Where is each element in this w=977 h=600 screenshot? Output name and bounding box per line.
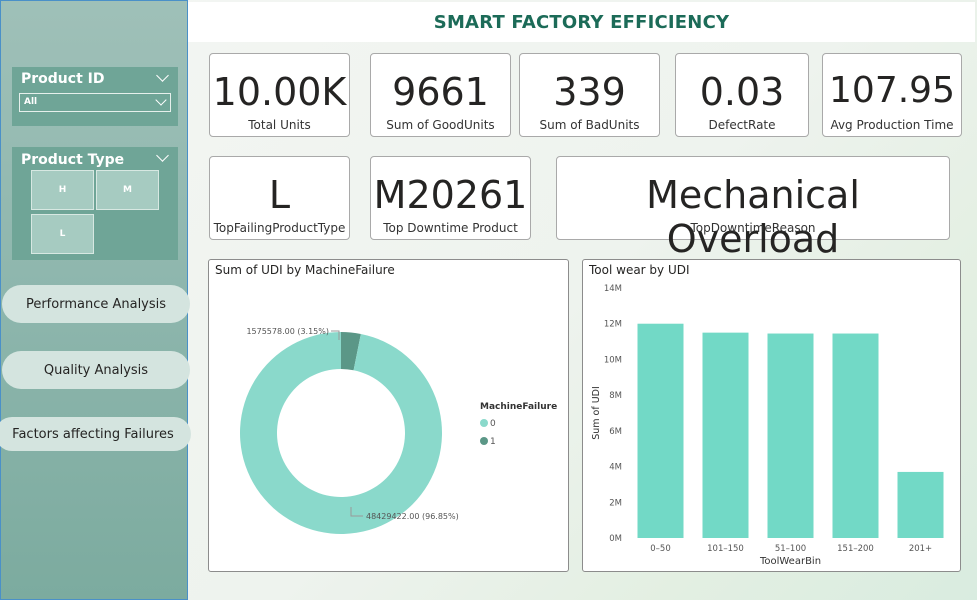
kpi-value: 0.03 [699, 70, 785, 114]
y-axis-label: Sum of UDI [591, 386, 602, 440]
legend-title: MachineFailure [480, 402, 557, 412]
bar-3 [832, 333, 879, 538]
kpi-value: M20261 [373, 173, 528, 217]
donut-slice-0 [239, 332, 442, 534]
kpi-label: Avg Production Time [830, 118, 954, 132]
chevron-down-icon[interactable] [156, 149, 169, 162]
kpi-card-top-downtime-product: M20261 Top Downtime Product [370, 156, 531, 240]
product-id-label: Product ID [21, 71, 105, 87]
product-type-tile-l[interactable]: L [31, 214, 94, 254]
bar-1 [702, 332, 749, 538]
legend-label-0: 0 [490, 419, 496, 429]
kpi-card-good-units: 9661 Sum of GoodUnits [370, 53, 511, 137]
page-title: SMART FACTORY EFFICIENCY [433, 11, 730, 33]
product-id-slicer: Product ID All [12, 67, 178, 126]
bar-4 [897, 471, 944, 538]
kpi-card-defect-rate: 0.03 DefectRate [675, 53, 809, 137]
bar-chart-panel: Tool wear by UDI 0M 2M 4M 6M 8M 10M 12M 14M 0–50… [582, 259, 961, 572]
kpi-label: Sum of BadUnits [539, 118, 640, 132]
kpi-label: TopDowntimeReason [690, 221, 816, 235]
kpi-value: 339 [553, 70, 626, 114]
x-axis-label: ToolWearBin [759, 556, 821, 567]
product-type-slicer: Product Type H M L [12, 147, 178, 260]
kpi-label: Top Downtime Product [383, 221, 518, 235]
kpi-value: 9661 [392, 70, 489, 114]
y-tick-label: 8M [609, 391, 622, 401]
y-tick-label: 10M [604, 355, 622, 365]
product-type-tile-m[interactable]: M [96, 170, 159, 210]
x-tick-label: 0–50 [650, 544, 670, 554]
chevron-down-icon[interactable] [156, 69, 169, 82]
kpi-card-top-failing-product-type: L TopFailingProductType [209, 156, 350, 240]
product-id-selected: All [24, 97, 38, 107]
sidebar: Product ID All Product Type H M L Perfor… [0, 0, 191, 600]
kpi-label: Sum of GoodUnits [386, 118, 495, 132]
y-tick-label: 0M [609, 534, 622, 544]
kpi-label: Total Units [248, 118, 311, 132]
kpi-label: DefectRate [708, 118, 776, 132]
x-tick-label: 51–100 [775, 544, 806, 554]
x-tick-label: 151–200 [837, 544, 874, 554]
kpi-card-bad-units: 339 Sum of BadUnits [519, 53, 660, 137]
kpi-value: Mechanical Overload [646, 173, 860, 261]
y-tick-label: 2M [609, 498, 622, 508]
y-tick-label: 6M [609, 427, 622, 437]
bar-0 [637, 323, 684, 538]
kpi-value: 10.00K [212, 70, 347, 114]
product-id-dropdown[interactable]: All [19, 93, 171, 112]
x-tick-label: 101–150 [707, 544, 744, 554]
product-type-label: Product Type [21, 152, 125, 168]
bar-2 [767, 333, 814, 538]
title-bar: SMART FACTORY EFFICIENCY [188, 2, 975, 42]
kpi-card-avg-production-time: 107.95 Avg Production Time [822, 53, 962, 137]
y-tick-label: 14M [604, 284, 622, 294]
kpi-label: TopFailingProductType [213, 221, 346, 235]
legend-marker-0 [480, 419, 488, 427]
factors-affecting-failures-button[interactable]: Factors affecting Failures [0, 417, 191, 451]
y-tick-label: 4M [609, 463, 622, 473]
quality-analysis-button[interactable]: Quality Analysis [2, 351, 190, 389]
chevron-down-icon [155, 94, 167, 106]
x-tick-label: 201+ [909, 544, 932, 554]
donut-chart: 1575578.00 (3.15%) 48429422.00 (96.85%) Ma… [239, 327, 557, 534]
product-type-tile-h[interactable]: H [31, 170, 94, 210]
data-label-0: 48429422.00 (96.85%) [366, 512, 459, 521]
kpi-card-total-units: 10.00K Total Units [209, 53, 350, 137]
bar-chart: 0M 2M 4M 6M 8M 10M 12M 14M 0–50 101–150 51–100 151–… [591, 284, 944, 567]
performance-analysis-button[interactable]: Performance Analysis [2, 285, 190, 323]
kpi-value: 107.95 [829, 70, 955, 111]
legend-label-1: 1 [490, 437, 496, 447]
donut-chart-panel: Sum of UDI by MachineFailure 1575578.00 … [208, 259, 569, 572]
kpi-card-top-downtime-reason: Mechanical Overload TopDowntimeReason [556, 156, 950, 261]
kpi-value: L [268, 173, 291, 217]
legend-marker-1 [480, 437, 488, 445]
data-label-1: 1575578.00 (3.15%) [246, 327, 329, 336]
y-tick-label: 12M [604, 320, 622, 330]
